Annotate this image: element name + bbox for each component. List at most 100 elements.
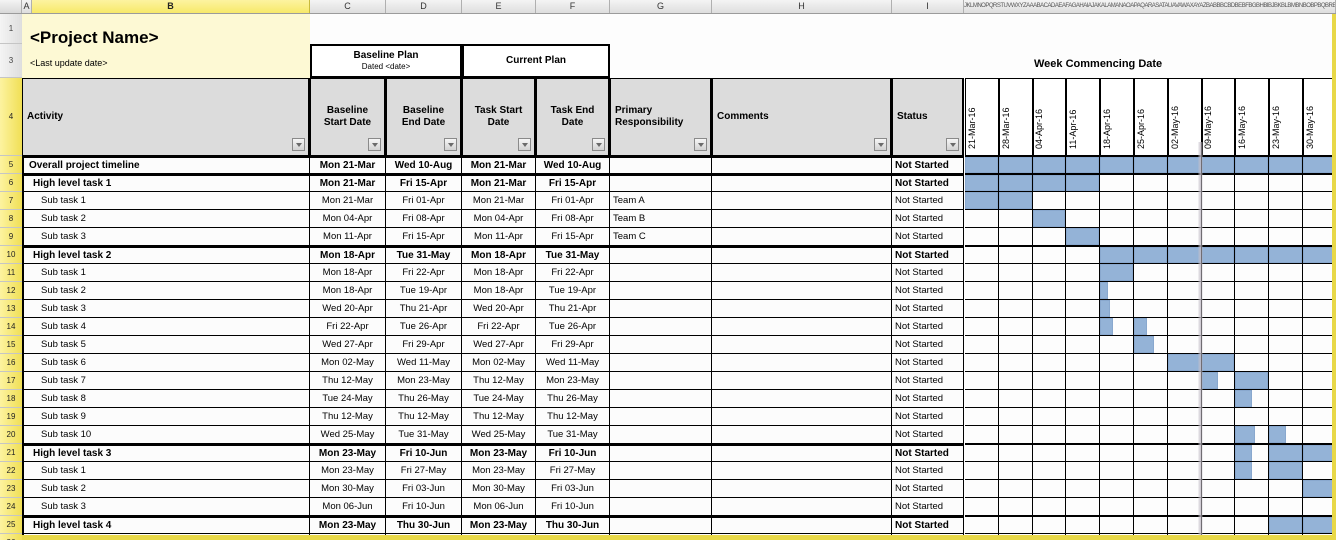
gantt-cell[interactable] (1235, 480, 1270, 498)
gantt-cell[interactable] (965, 498, 999, 516)
cell-task-start[interactable]: Mon 11-Apr (462, 228, 536, 246)
cell-task-start[interactable]: Mon 02-May (462, 354, 536, 372)
cell-task-end[interactable]: Thu 26-May (536, 390, 610, 408)
gantt-cell[interactable] (1201, 210, 1236, 228)
gantt-cell[interactable] (965, 444, 999, 462)
gantt-cell[interactable] (1235, 192, 1270, 210)
gantt-cell[interactable] (1100, 282, 1134, 300)
filter-dropdown-baseline-end[interactable] (444, 138, 457, 151)
gantt-cell[interactable] (1100, 408, 1134, 426)
gantt-cell[interactable] (1235, 318, 1270, 336)
gantt-cell[interactable] (1235, 408, 1270, 426)
table-row[interactable]: High level task 4 Mon 23-May Thu 30-Jun Mon… (22, 516, 1336, 534)
gantt-cell[interactable] (1201, 228, 1236, 246)
gantt-cell[interactable] (1167, 174, 1202, 192)
gantt-cell[interactable] (1032, 444, 1067, 462)
gantt-cell[interactable] (1032, 300, 1067, 318)
gantt-cell[interactable] (998, 462, 1033, 480)
gantt-cell[interactable] (998, 498, 1033, 516)
gantt-cell[interactable] (965, 354, 999, 372)
gantt-cell[interactable] (1100, 480, 1134, 498)
cell-baseline-start[interactable]: Wed 27-Apr (310, 336, 386, 354)
gantt-cell[interactable] (1167, 210, 1202, 228)
gantt-cell[interactable] (965, 264, 999, 282)
row-header-15[interactable]: 15 (0, 336, 22, 354)
gantt-cell[interactable] (1201, 426, 1236, 444)
gantt-cell[interactable] (1134, 210, 1168, 228)
cell-status[interactable]: Not Started (892, 462, 964, 480)
gantt-cell[interactable] (1032, 282, 1067, 300)
cell-comments[interactable] (712, 174, 892, 192)
column-header-d[interactable]: D (386, 0, 462, 13)
cell-comments[interactable] (712, 282, 892, 300)
cell-baseline-start[interactable]: Mon 04-Apr (310, 210, 386, 228)
gantt-cell[interactable] (1269, 336, 1303, 354)
gantt-cell[interactable] (965, 192, 999, 210)
gantt-cell[interactable] (1134, 426, 1168, 444)
cell-status[interactable]: Not Started (892, 282, 964, 300)
cell-status[interactable]: Not Started (892, 192, 964, 210)
filter-dropdown-comments[interactable] (874, 138, 887, 151)
gantt-cell[interactable] (1167, 354, 1202, 372)
column-header-b[interactable]: B (32, 0, 310, 13)
cell-responsibility[interactable] (610, 390, 712, 408)
cell-responsibility[interactable]: Team B (610, 210, 712, 228)
gantt-cell[interactable] (1201, 480, 1236, 498)
gantt-cell[interactable] (1269, 516, 1303, 534)
cell-baseline-end[interactable]: Fri 29-Apr (386, 336, 462, 354)
gantt-cell[interactable] (1134, 372, 1168, 390)
gantt-cell[interactable] (1201, 174, 1236, 192)
cell-comments[interactable] (712, 408, 892, 426)
cell-responsibility[interactable]: Team C (610, 228, 712, 246)
gantt-cell[interactable] (1066, 354, 1101, 372)
cell-baseline-start[interactable]: Wed 20-Apr (310, 300, 386, 318)
table-row[interactable]: Sub task 7 Thu 12-May Mon 23-May Thu 12-May… (22, 372, 1336, 390)
cell-task-end[interactable]: Fri 03-Jun (536, 480, 610, 498)
cell-status[interactable]: Not Started (892, 408, 964, 426)
gantt-cell[interactable] (1066, 426, 1101, 444)
cell-task-end[interactable]: Fri 10-Jun (536, 498, 610, 516)
cell-comments[interactable] (712, 318, 892, 336)
gantt-cell[interactable] (1201, 336, 1236, 354)
cell-status[interactable]: Not Started (892, 480, 964, 498)
gantt-cell[interactable] (1032, 336, 1067, 354)
cell-baseline-end[interactable]: Mon 23-May (386, 372, 462, 390)
cell-baseline-start[interactable]: Mon 23-May (310, 516, 386, 534)
row-header-18[interactable]: 18 (0, 390, 22, 408)
cell-activity[interactable]: Sub task 4 (22, 318, 310, 336)
cell-baseline-start[interactable]: Thu 12-May (310, 408, 386, 426)
gantt-cell[interactable] (1167, 480, 1202, 498)
row-header-9[interactable]: 9 (0, 228, 22, 246)
gantt-cell[interactable] (1032, 426, 1067, 444)
row-header-5[interactable]: 5 (0, 156, 22, 174)
cell-comments[interactable] (712, 390, 892, 408)
gantt-cell[interactable] (1269, 228, 1303, 246)
cell-responsibility[interactable] (610, 336, 712, 354)
table-row[interactable]: Sub task 5 Wed 27-Apr Fri 29-Apr Wed 27-Apr… (22, 336, 1336, 354)
cell-baseline-start[interactable]: Mon 21-Mar (310, 156, 386, 174)
gantt-cell[interactable] (1235, 300, 1270, 318)
gantt-cell[interactable] (1032, 156, 1067, 174)
gantt-cell[interactable] (1100, 156, 1134, 174)
column-header-f[interactable]: F (536, 0, 610, 13)
gantt-cell[interactable] (998, 408, 1033, 426)
gantt-cell[interactable] (1201, 300, 1236, 318)
cell-comments[interactable] (712, 372, 892, 390)
table-row[interactable]: Overall project timeline Mon 21-Mar Wed 10… (22, 156, 1336, 174)
gantt-cell[interactable] (1134, 462, 1168, 480)
row-header-3[interactable]: 3 (0, 44, 22, 78)
gantt-cell[interactable] (1167, 498, 1202, 516)
row-header-4[interactable]: 4 (0, 78, 22, 156)
cell-activity[interactable]: Sub task 7 (22, 372, 310, 390)
gantt-cell[interactable] (1066, 156, 1101, 174)
cell-task-end[interactable]: Wed 11-May (536, 354, 610, 372)
cell-task-end[interactable]: Thu 21-Apr (536, 300, 610, 318)
cell-task-start[interactable]: Fri 22-Apr (462, 318, 536, 336)
cell-task-start[interactable]: Wed 25-May (462, 426, 536, 444)
cell-activity[interactable]: Sub task 1 (22, 264, 310, 282)
cell-activity[interactable]: Sub task 2 (22, 210, 310, 228)
gantt-cell[interactable] (1134, 390, 1168, 408)
gantt-cell[interactable] (1269, 426, 1303, 444)
gantt-cell[interactable] (1201, 354, 1236, 372)
cell-responsibility[interactable] (610, 372, 712, 390)
